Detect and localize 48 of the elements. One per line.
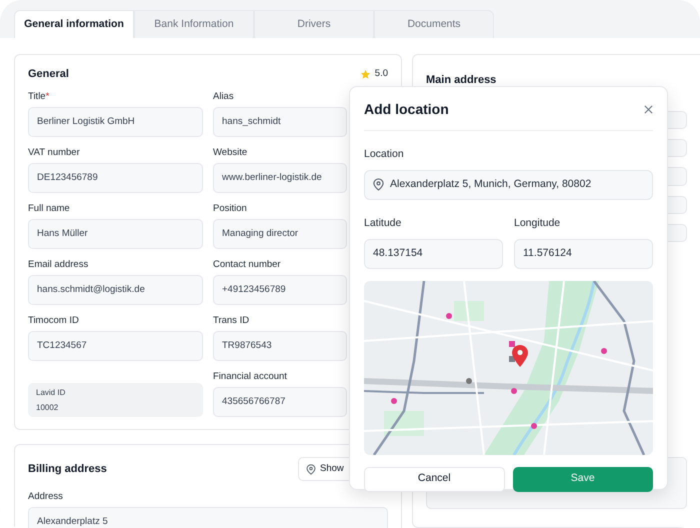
close-icon[interactable]	[644, 105, 653, 114]
input-field[interactable]: Alexanderplatz 5	[28, 507, 388, 528]
field-label: Alias	[213, 91, 234, 104]
field-label: Timocom ID	[28, 315, 79, 328]
map-pin-icon	[512, 344, 528, 366]
field-label: Position	[213, 203, 247, 216]
field-label: Address	[28, 491, 63, 504]
dialog-title: Add location	[364, 100, 449, 119]
input-field[interactable]: 48.137154	[364, 238, 503, 268]
field-label: Website	[213, 147, 248, 160]
input-field[interactable]: DE123456789	[28, 163, 203, 194]
cancel-button[interactable]: Cancel	[364, 466, 504, 492]
tab[interactable]: General information	[14, 10, 134, 38]
field-label: Contact number	[213, 259, 281, 272]
field-label: Trans ID	[213, 315, 250, 328]
input-field[interactable]: 11.576124	[514, 238, 653, 268]
input-field[interactable]: Berliner Logistik GmbH	[28, 107, 203, 138]
location-pin-icon	[373, 178, 384, 192]
rating-value: 5.0	[374, 67, 388, 81]
tab[interactable]: Drivers	[254, 10, 374, 38]
input-field[interactable]: +49123456789	[213, 275, 347, 306]
section-title: Main address	[426, 73, 498, 87]
location-field[interactable]: Alexanderplatz 5, Munich, Germany, 80802	[364, 170, 653, 200]
input-field[interactable]: Hans Müller	[28, 219, 203, 250]
field-label: VAT number	[28, 147, 80, 160]
input-field[interactable]: 435656766787	[213, 387, 347, 418]
tab[interactable]: Documents	[374, 10, 494, 38]
section-title: General	[28, 67, 69, 82]
field-label: Title*	[28, 91, 50, 104]
field-label: Full name	[28, 203, 70, 216]
section-title: Billing address	[28, 462, 107, 476]
field-label: Latitude	[364, 216, 402, 231]
star-icon	[360, 68, 371, 80]
tab[interactable]: Bank Information	[134, 10, 254, 38]
field-label: Longitude	[514, 216, 562, 231]
field-label: Financial account	[213, 371, 287, 384]
location-pin-icon	[306, 464, 316, 475]
field-value: 10002	[36, 402, 58, 413]
field-label: Lavid ID	[36, 388, 66, 398]
input-field[interactable]: hans.schmidt@logistik.de	[28, 275, 203, 306]
field-label: Location	[364, 147, 405, 162]
save-button[interactable]: Save	[512, 466, 653, 492]
input-field[interactable]: www.berliner-logistik.de	[213, 163, 347, 194]
field-label: Email address	[28, 259, 88, 272]
input-field[interactable]: TC1234567	[28, 331, 203, 362]
input-field[interactable]: hans_schmidt	[213, 107, 347, 138]
input-field[interactable]: TR9876543	[213, 331, 347, 362]
input-field[interactable]: Managing director	[213, 219, 347, 250]
